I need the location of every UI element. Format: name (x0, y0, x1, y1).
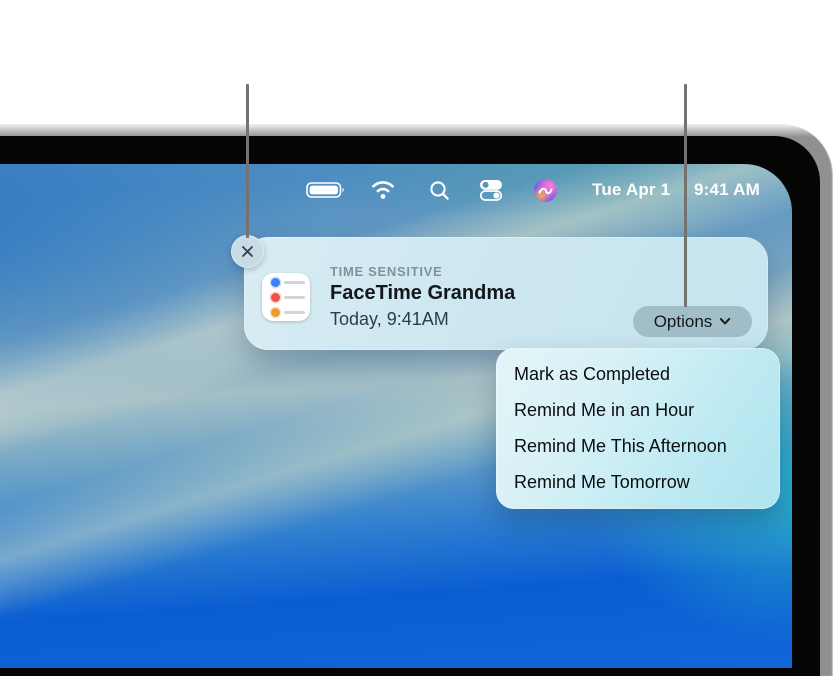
chevron-down-icon (719, 317, 731, 326)
close-icon (241, 245, 254, 258)
callout-line-to-close-button (246, 84, 249, 238)
orange-dot (271, 308, 280, 317)
menu-bar-clock[interactable]: 9:41 AM (694, 180, 760, 200)
wifi-icon[interactable] (369, 179, 397, 205)
documentation-figure: Tue Apr 1 9:41 AM TIME SENSITIVE (0, 0, 835, 676)
desktop-wallpaper: Tue Apr 1 9:41 AM TIME SENSITIVE (0, 164, 792, 668)
options-button-label: Options (654, 312, 713, 332)
notification-close-button[interactable] (231, 235, 264, 268)
notification-category: TIME SENSITIVE (330, 264, 442, 279)
notification-title: FaceTime Grandma (330, 282, 515, 305)
options-menu: Mark as Completed Remind Me in an Hour R… (496, 348, 780, 509)
menu-item-mark-as-completed[interactable]: Mark as Completed (496, 357, 780, 393)
menu-item-remind-me-this-afternoon[interactable]: Remind Me This Afternoon (496, 429, 780, 465)
list-line (284, 296, 305, 299)
battery-icon[interactable] (306, 180, 347, 205)
menu-bar-date[interactable]: Tue Apr 1 (592, 180, 670, 200)
notification-timestamp: Today, 9:41AM (330, 309, 449, 330)
spotlight-search-icon[interactable] (429, 180, 450, 206)
red-dot (271, 293, 280, 302)
options-button[interactable]: Options (633, 306, 752, 337)
notification-banner[interactable]: TIME SENSITIVE FaceTime Grandma Today, 9… (244, 237, 768, 350)
list-line (284, 311, 305, 314)
callout-line-to-options-button (684, 84, 687, 307)
control-center-icon[interactable] (479, 179, 503, 206)
reminders-icon-row (262, 293, 310, 302)
reminders-icon-row (262, 308, 310, 317)
reminders-icon-row (262, 278, 310, 287)
menu-item-remind-me-in-an-hour[interactable]: Remind Me in an Hour (496, 393, 780, 429)
list-line (284, 281, 305, 284)
menu-item-remind-me-tomorrow[interactable]: Remind Me Tomorrow (496, 465, 780, 501)
blue-dot (271, 278, 280, 287)
reminders-app-icon (262, 273, 310, 321)
siri-icon[interactable] (534, 179, 557, 202)
menu-bar: Tue Apr 1 9:41 AM (0, 164, 792, 204)
